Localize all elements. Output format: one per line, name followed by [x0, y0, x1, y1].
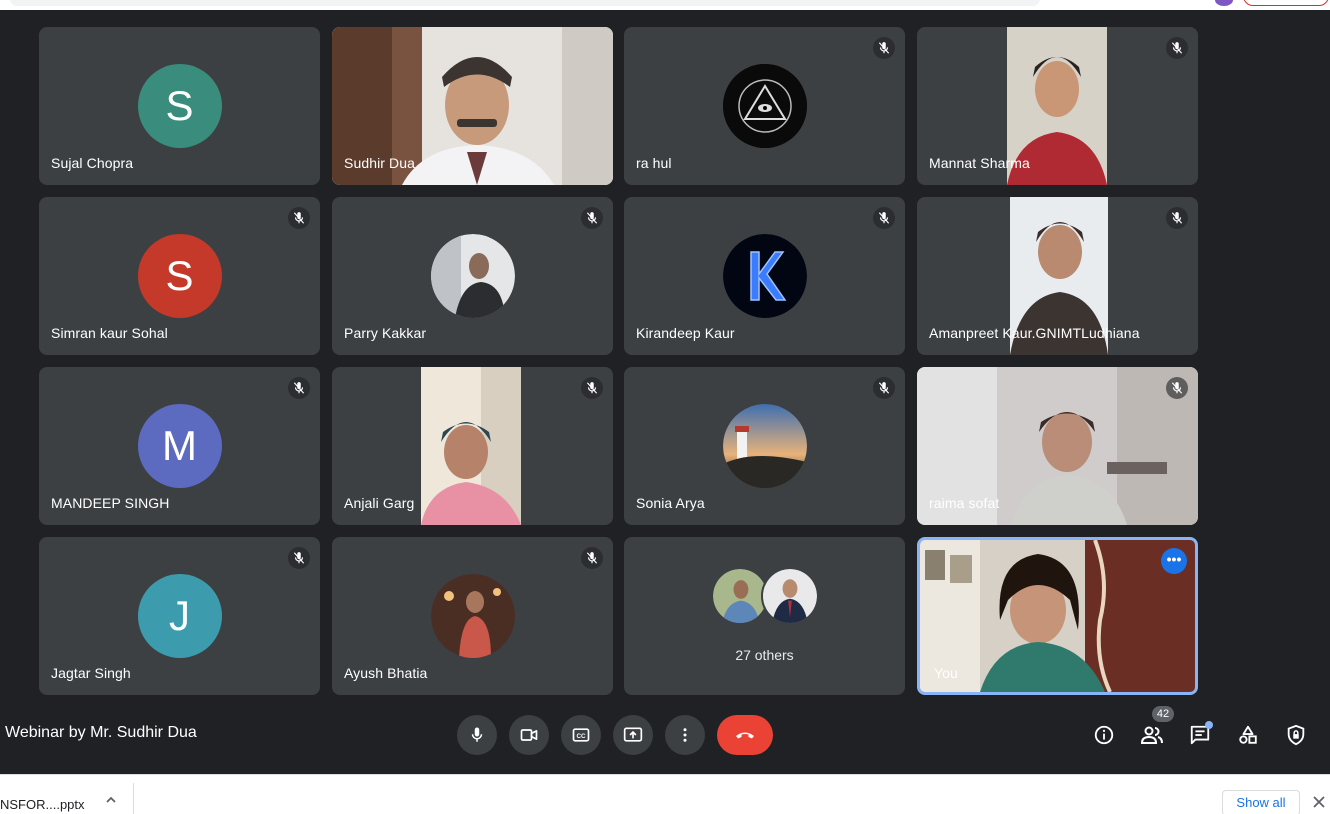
participant-name: Mannat Sharma	[929, 155, 1030, 171]
participant-count-badge: 42	[1152, 706, 1174, 722]
participant-name: Sudhir Dua	[344, 155, 416, 171]
mic-off-icon	[1166, 207, 1188, 229]
mic-off-icon	[873, 37, 895, 59]
mic-off-icon	[873, 207, 895, 229]
participant-tile[interactable]: Anjali Garg	[332, 367, 613, 525]
participant-tile[interactable]: S Simran kaur Sohal	[39, 197, 320, 355]
activities-button[interactable]	[1233, 720, 1263, 750]
browser-pill-button[interactable]	[1243, 0, 1329, 6]
participant-tile[interactable]: ra hul	[624, 27, 905, 185]
people-button[interactable]	[1137, 720, 1167, 750]
participant-tile[interactable]: Amanpreet Kaur.GNIMTLudhiana	[917, 197, 1198, 355]
meeting-stage: S Sujal Chopra Sudhir Dua ra hul Mannat …	[0, 10, 1330, 774]
participant-video	[421, 367, 521, 525]
participant-name: Ayush Bhatia	[344, 665, 428, 681]
participant-name: Sujal Chopra	[51, 155, 134, 171]
host-controls-button[interactable]	[1281, 720, 1311, 750]
participant-name: Simran kaur Sohal	[51, 325, 168, 341]
more-options-icon[interactable]: •••	[1161, 548, 1187, 574]
avatar: S	[137, 234, 222, 318]
participant-tile[interactable]: Ayush Bhatia	[332, 537, 613, 695]
participant-name: Anjali Garg	[344, 495, 415, 511]
address-bar[interactable]	[10, 0, 1040, 6]
self-video	[920, 540, 1195, 692]
self-tile[interactable]: ••• You	[917, 537, 1198, 695]
others-count: 27 others	[735, 647, 794, 663]
info-icon	[1094, 725, 1114, 745]
mic-off-icon	[581, 377, 603, 399]
download-file-name: NSFOR....pptx	[0, 797, 85, 812]
browser-top-strip	[0, 0, 1330, 10]
participant-name: ra hul	[636, 155, 672, 171]
participant-name: raima sofat	[929, 495, 1000, 511]
present-button[interactable]	[613, 715, 653, 755]
participant-name: Sonia Arya	[636, 495, 705, 511]
close-icon[interactable]	[1312, 795, 1326, 809]
mic-off-icon	[288, 207, 310, 229]
participant-tile[interactable]: M MANDEEP SINGH	[39, 367, 320, 525]
participant-tile[interactable]: raima sofat	[917, 367, 1198, 525]
mic-off-icon	[1166, 37, 1188, 59]
participant-name: MANDEEP SINGH	[51, 495, 170, 511]
chevron-up-icon[interactable]	[104, 793, 118, 807]
mic-off-icon	[288, 547, 310, 569]
participant-name: You	[934, 665, 958, 681]
download-item[interactable]: NSFOR....pptx	[0, 797, 85, 812]
mic-off-icon	[581, 207, 603, 229]
participant-name: Parry Kakkar	[344, 325, 427, 341]
avatar: M	[137, 404, 222, 488]
avatar	[430, 234, 515, 318]
closed-caption-icon: CC	[572, 728, 590, 742]
participant-tile[interactable]: Sonia Arya	[624, 367, 905, 525]
mic-off-icon	[288, 377, 310, 399]
chat-notification-dot	[1205, 721, 1213, 729]
more-options-button[interactable]	[665, 715, 705, 755]
avatar	[430, 574, 515, 658]
participant-tile[interactable]: J Jagtar Singh	[39, 537, 320, 695]
avatar	[761, 567, 819, 625]
meeting-title: Webinar by Mr. Sudhir Dua	[5, 724, 197, 741]
participant-tile[interactable]: Mannat Sharma	[917, 27, 1198, 185]
participant-tile[interactable]: Parry Kakkar	[332, 197, 613, 355]
participant-name: Kirandeep Kaur	[636, 325, 735, 341]
avatar	[722, 404, 807, 488]
shield-lock-icon	[1287, 724, 1305, 746]
participant-name: Amanpreet Kaur.GNIMTLudhiana	[929, 325, 1140, 341]
participant-tile[interactable]: Kirandeep Kaur	[624, 197, 905, 355]
mic-off-icon	[873, 377, 895, 399]
present-screen-icon	[623, 727, 643, 742]
avatar: S	[137, 64, 222, 148]
svg-text:CC: CC	[576, 733, 586, 740]
divider	[133, 783, 134, 814]
camera-button[interactable]	[509, 715, 549, 755]
avatar	[722, 234, 807, 318]
others-tile[interactable]: 27 others	[624, 537, 905, 695]
participant-tile[interactable]: Sudhir Dua	[332, 27, 613, 185]
show-all-button[interactable]: Show all	[1222, 790, 1300, 814]
mic-icon	[471, 727, 483, 742]
people-icon	[1140, 726, 1163, 744]
participant-name: Jagtar Singh	[51, 665, 131, 681]
meeting-details-button[interactable]	[1089, 720, 1119, 750]
downloads-bar: NSFOR....pptx Show all	[0, 774, 1330, 814]
avatar	[722, 64, 807, 148]
profile-icon[interactable]	[1215, 0, 1233, 6]
avatar: J	[137, 574, 222, 658]
mic-button[interactable]	[457, 715, 497, 755]
leave-call-button[interactable]	[717, 715, 773, 755]
more-vert-icon	[683, 728, 687, 742]
captions-button[interactable]: CC	[561, 715, 601, 755]
mic-off-icon	[1166, 377, 1188, 399]
participant-tile[interactable]: S Sujal Chopra	[39, 27, 320, 185]
activities-icon	[1239, 725, 1257, 744]
call-end-icon	[736, 732, 754, 739]
mic-off-icon	[581, 547, 603, 569]
videocam-icon	[520, 729, 538, 741]
